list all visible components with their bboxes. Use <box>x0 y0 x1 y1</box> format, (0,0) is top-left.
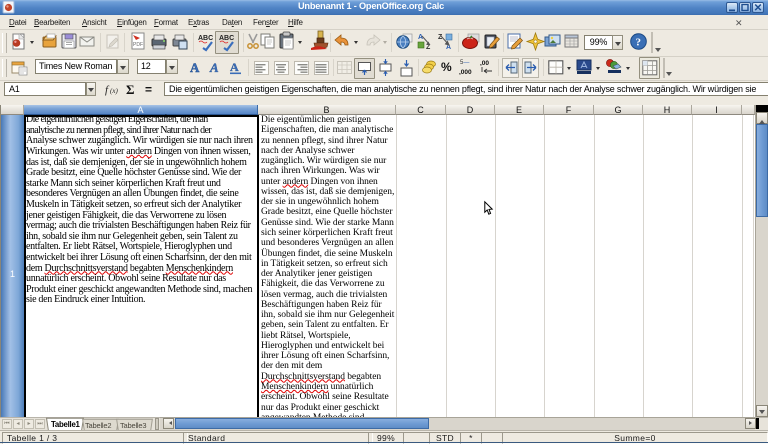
svg-text:Z: Z <box>426 44 431 51</box>
svg-text:5—: 5— <box>460 60 469 66</box>
svg-text:PDF: PDF <box>133 42 143 48</box>
svg-text:A: A <box>418 34 423 41</box>
svg-text:,000: ,000 <box>459 69 472 76</box>
svg-text:A: A <box>190 60 200 75</box>
svg-text:A: A <box>209 60 219 75</box>
svg-text:,00: ,00 <box>480 60 489 67</box>
svg-text:=: = <box>145 83 152 97</box>
svg-text:Σ: Σ <box>126 82 135 97</box>
svg-text:(x): (x) <box>110 87 118 95</box>
svg-text:?: ? <box>636 37 642 49</box>
svg-text:%: % <box>441 60 452 74</box>
svg-text:A: A <box>230 60 239 74</box>
